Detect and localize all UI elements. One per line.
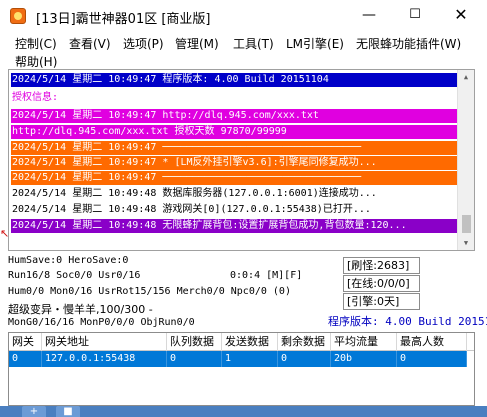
menu-tools[interactable]: 工具(T)	[233, 35, 274, 52]
menu-view[interactable]: 查看(V)	[69, 35, 111, 52]
menu-lm-engine[interactable]: LM引擎(E)	[286, 35, 344, 52]
scroll-down-arrow-icon[interactable]: ▼	[458, 236, 474, 250]
status-panel: HumSave:0 HeroSave:0 Run16/8 Soc0/0 Usr0…	[6, 253, 487, 330]
engine-days-counter: [引擎:0天]	[343, 293, 420, 310]
status-monster-line: 超级变异・慢羊羊,100/300 -	[8, 303, 153, 316]
table-cell: 20b	[331, 351, 397, 367]
menu-plugin[interactable]: 无限蜂功能插件(W)	[356, 35, 461, 52]
table-row[interactable]: 0 127.0.0.1:55438 0 1 0 20b 0	[9, 351, 467, 367]
column-header[interactable]: 剩余数据	[278, 333, 331, 351]
window-title: [13日]霸世神器01区 [商业版]	[36, 12, 211, 27]
column-header[interactable]: 发送数据	[222, 333, 278, 351]
table-cell: 0	[167, 351, 222, 367]
status-run-line: Run16/8 Soc0/0 Usr0/16	[8, 270, 141, 281]
log-line: 2024/5/14 星期二 10:49:47 * [LM反外挂引擎v3.6]:引…	[11, 156, 457, 170]
table-cell: 0	[9, 351, 42, 367]
status-save-line: HumSave:0 HeroSave:0	[8, 255, 129, 266]
online-counter: [在线:0/0/0]	[343, 275, 420, 292]
log-line: 2024/5/14 星期二 10:49:47 ─────────────────…	[11, 141, 457, 155]
menu-control[interactable]: 控制(C)	[15, 35, 57, 52]
log-line: 2024/5/14 星期二 10:49:47 ─────────────────…	[11, 171, 457, 185]
log-line: 2024/5/14 星期二 10:49:47 http://dlq.945.co…	[11, 109, 457, 123]
window-edge-marker-icon: ↖	[0, 227, 10, 240]
app-flame-icon[interactable]	[10, 8, 26, 24]
scroll-up-arrow-icon[interactable]: ▲	[458, 70, 474, 84]
menu-help[interactable]: 帮助(H)	[15, 53, 57, 70]
log-line: 2024/5/14 星期二 10:49:48 无限蜂扩展背包:设置扩展背包成功,…	[11, 219, 457, 233]
taskbar: + ■	[0, 406, 487, 417]
menu-options[interactable]: 选项(P)	[123, 35, 164, 52]
gateway-table[interactable]: 网关 网关地址 队列数据 发送数据 剩余数据 平均流量 最高人数 0 127.0…	[8, 332, 475, 406]
log-line: 授权信息:	[12, 92, 59, 103]
column-header[interactable]: 最高人数	[397, 333, 467, 351]
table-cell: 0	[278, 351, 331, 367]
column-header[interactable]: 网关	[9, 333, 42, 351]
log-line: 2024/5/14 星期二 10:49:47 程序版本: 4.00 Build …	[11, 73, 457, 87]
log-line: 2024/5/14 星期二 10:49:48 游戏网关[0](127.0.0.1…	[12, 204, 371, 215]
status-mon-line: MonG0/16/16 MonP0/0/0 ObjRun0/0	[8, 317, 195, 328]
column-header[interactable]: 网关地址	[42, 333, 167, 351]
log-line: http://dlq.945.com/xxx.txt 授权天数 97870/99…	[11, 125, 457, 139]
maximize-button[interactable]: ☐	[392, 0, 438, 30]
table-header: 网关 网关地址 队列数据 发送数据 剩余数据 平均流量 最高人数	[9, 333, 474, 351]
menu-manage[interactable]: 管理(M)	[175, 35, 219, 52]
title-bar: [13日]霸世神器01区 [商业版] — ☐ ✕	[0, 0, 487, 32]
menu-bar: 控制(C) 查看(V) 选项(P) 管理(M) 工具(T) LM引擎(E) 无限…	[0, 31, 487, 69]
column-header[interactable]: 平均流量	[331, 333, 397, 351]
minimize-button[interactable]: —	[346, 0, 392, 30]
log-scrollbar[interactable]: ▲ ▼	[457, 70, 474, 250]
taskbar-add-icon[interactable]: +	[22, 406, 46, 417]
log-line: 2024/5/14 星期二 10:49:48 数据库服务器(127.0.0.1:…	[12, 188, 377, 199]
log-panel[interactable]: 2024/5/14 星期二 10:49:47 程序版本: 4.00 Build …	[8, 69, 475, 251]
status-timer: 0:0:4 [M][F]	[230, 270, 303, 281]
table-cell: 127.0.0.1:55438	[42, 351, 167, 367]
scrollbar-thumb[interactable]	[462, 215, 471, 233]
refresh-counter: [刷怪:2683]	[343, 257, 420, 274]
table-cell: 0	[397, 351, 467, 367]
program-version: 程序版本: 4.00 Build 20151104	[328, 315, 487, 328]
status-hum-line: Hum0/0 Mon0/16 UsrRot15/156 Merch0/0 Npc…	[8, 286, 291, 297]
taskbar-app-icon[interactable]: ■	[56, 406, 80, 417]
column-header[interactable]: 队列数据	[167, 333, 222, 351]
close-button[interactable]: ✕	[438, 0, 484, 30]
table-cell: 1	[222, 351, 278, 367]
